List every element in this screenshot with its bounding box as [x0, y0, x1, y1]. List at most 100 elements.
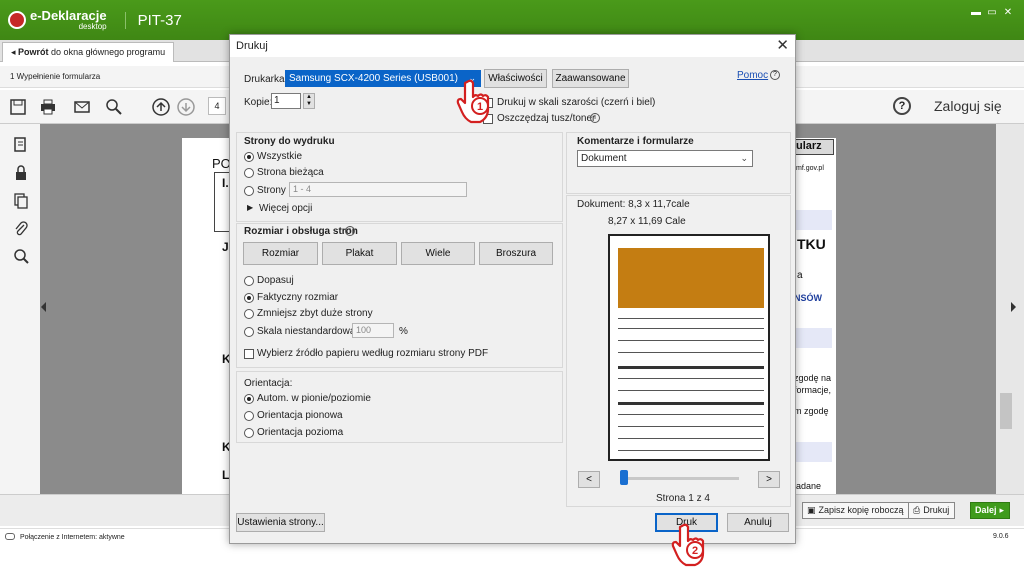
grayscale-label: Drukuj w skali szarości (czerń i biel) — [497, 97, 656, 108]
save-draft-button[interactable]: ▣ Zapisz kopię roboczą — [802, 502, 910, 519]
close-window-icon[interactable]: ✕ — [1002, 8, 1014, 18]
preview-line — [618, 378, 764, 379]
doc-field — [794, 442, 832, 462]
advanced-button[interactable]: Zaawansowane — [552, 69, 629, 88]
minimize-icon[interactable]: ▬ — [970, 8, 982, 18]
zoom-icon[interactable] — [13, 248, 29, 266]
landscape-radio[interactable] — [244, 428, 254, 438]
next-page-button[interactable]: > — [758, 471, 780, 488]
sizing-heading: Rozmiar i obsługa stron — [244, 226, 358, 237]
back-button[interactable]: ◂ Powrót do okna głównego programu — [2, 42, 175, 62]
expand-arrow-icon[interactable]: ▶ — [247, 203, 253, 212]
printer-label: Drukarka: — [244, 74, 288, 85]
copies-input[interactable]: 1 — [271, 93, 301, 109]
current-page-radio[interactable] — [244, 168, 254, 178]
all-pages-label: Wszystkie — [257, 151, 302, 162]
page-range-input[interactable]: 1 - 4 — [289, 182, 467, 197]
fit-radio[interactable] — [244, 276, 254, 286]
app-logo: e-Deklaracje desktop — [8, 9, 107, 31]
page-up-icon[interactable] — [151, 97, 171, 117]
portrait-radio[interactable] — [244, 411, 254, 421]
attachment-icon[interactable] — [13, 220, 29, 238]
actual-size-radio[interactable] — [244, 293, 254, 303]
login-link[interactable]: Zaloguj się — [934, 98, 1002, 114]
save-draft-label: Zapisz kopię roboczą — [818, 505, 904, 515]
orientation-heading: Orientacja: — [244, 378, 293, 389]
lock-icon[interactable] — [13, 164, 29, 182]
next-button[interactable]: Dalej ▸ — [970, 502, 1011, 519]
doc-fragment: mf.gov.pl — [796, 165, 824, 172]
preview-line — [618, 352, 764, 353]
doc-fragment: formacje, — [794, 385, 832, 395]
print-icon[interactable] — [38, 97, 58, 117]
printer-value: Samsung SCX-4200 Series (USB001) — [289, 73, 458, 84]
document-size-label: Dokument: 8,3 x 11,7cale — [577, 199, 690, 210]
shrink-radio[interactable] — [244, 309, 254, 319]
custom-scale-radio[interactable] — [244, 327, 254, 337]
multiple-tab-button[interactable]: Wiele — [401, 242, 475, 265]
help-link[interactable]: Pomoc — [737, 70, 768, 81]
comments-heading: Komentarze i formularze — [577, 136, 694, 147]
comments-select[interactable]: Dokument ⌄ — [577, 150, 753, 167]
preview-header-block — [618, 248, 764, 308]
help-circle-icon[interactable]: ? — [770, 70, 780, 80]
dialog-title: Drukuj — [230, 35, 795, 57]
auto-orientation-label: Autom. w pionie/poziomie — [257, 393, 371, 404]
preview-line — [618, 340, 764, 341]
back-arrow-icon: ◂ — [11, 47, 19, 57]
paper-source-checkbox[interactable] — [244, 349, 254, 359]
print-button[interactable]: ⎙ Drukuj — [908, 502, 956, 519]
preview-line — [618, 328, 764, 329]
page-preview — [608, 234, 770, 461]
prev-page-arrow-icon[interactable] — [41, 302, 46, 312]
copies-stepper[interactable]: ▲ ▼ — [303, 93, 315, 109]
doc-fragment: TKU — [797, 236, 826, 252]
page-down-icon[interactable] — [176, 97, 196, 117]
current-page-label: Strona bieżąca — [257, 167, 324, 178]
doc-fragment: J — [222, 240, 229, 254]
next-page-arrow-icon[interactable] — [1011, 302, 1016, 312]
cancel-button[interactable]: Anuluj — [727, 513, 789, 532]
scale-input[interactable]: 100 — [352, 323, 394, 338]
info-icon[interactable]: i — [590, 113, 600, 123]
prev-page-button[interactable]: < — [578, 471, 600, 488]
size-tab-button[interactable]: Rozmiar — [243, 242, 318, 265]
shrink-label: Zmniejsz zbyt duże strony — [257, 308, 373, 319]
version-label: 9.0.6 — [993, 533, 1009, 540]
print-label: Drukuj — [923, 505, 950, 515]
page-range-radio[interactable] — [244, 186, 254, 196]
floppy-icon: ▣ — [807, 505, 816, 515]
scrollbar-thumb[interactable] — [1000, 393, 1012, 429]
page-slider-knob[interactable] — [620, 470, 628, 485]
doc-fragment: NSÓW — [794, 293, 822, 303]
page-setup-button[interactable]: Ustawienia strony... — [236, 513, 325, 532]
print-dialog: Drukuj ✕ Drukarka: Samsung SCX-4200 Seri… — [229, 34, 796, 544]
sizing-info-icon[interactable]: i — [345, 226, 355, 236]
save-icon[interactable] — [8, 97, 28, 117]
doc-field — [794, 210, 832, 230]
page-slider-track[interactable] — [623, 477, 739, 480]
mail-icon[interactable] — [72, 97, 92, 117]
more-options-link[interactable]: Więcej opcji — [259, 203, 312, 214]
page-number-field[interactable]: 4 — [208, 97, 226, 115]
brand-sub: desktop — [78, 21, 107, 31]
fit-label: Dopasuj — [257, 275, 294, 286]
vertical-scrollbar[interactable] — [996, 124, 1024, 494]
printer-select[interactable]: Samsung SCX-4200 Series (USB001) ⌄ — [285, 70, 481, 87]
preview-line — [618, 450, 764, 451]
poster-tab-button[interactable]: Plakat — [322, 242, 397, 265]
booklet-tab-button[interactable]: Broszura — [479, 242, 553, 265]
maximize-icon[interactable]: ▭ — [986, 8, 998, 18]
custom-scale-label: Skala niestandardowa: — [257, 326, 359, 337]
copy-icon[interactable] — [13, 192, 29, 210]
auto-orientation-radio[interactable] — [244, 394, 254, 404]
connection-icon — [5, 533, 15, 540]
search-icon[interactable] — [104, 97, 124, 117]
pages-tool-icon[interactable] — [13, 136, 29, 154]
pointer-hand-icon — [671, 523, 705, 567]
page-size-label: 8,27 x 11,69 Cale — [608, 216, 686, 227]
dialog-close-icon[interactable]: ✕ — [776, 37, 789, 55]
help-icon[interactable]: ? — [893, 97, 911, 115]
preview-line — [618, 390, 764, 391]
all-pages-radio[interactable] — [244, 152, 254, 162]
